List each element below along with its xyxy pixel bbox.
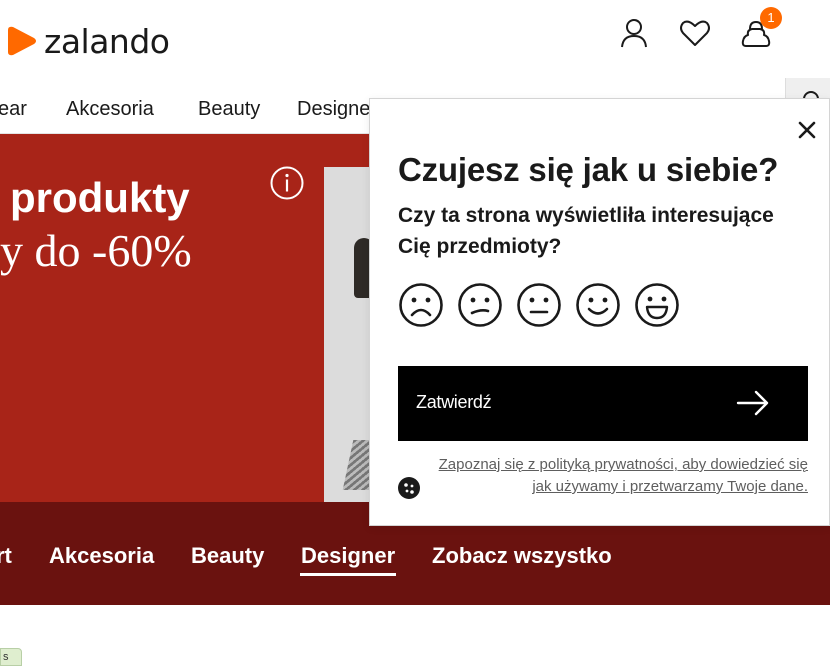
topnav-item-akcesoria[interactable]: Akcesoria — [66, 98, 154, 121]
heart-icon[interactable] — [678, 16, 712, 50]
sad-face-icon[interactable] — [457, 282, 503, 328]
privacy-line-2: jak używamy i przetwarzamy Twoje dane. — [532, 478, 808, 495]
arrow-right-icon — [736, 390, 769, 416]
category-akcesoria[interactable]: Akcesoria — [49, 543, 154, 569]
happy-face-icon[interactable] — [575, 282, 621, 328]
user-icon[interactable] — [617, 16, 651, 50]
privacy-policy-link[interactable]: Zapoznaj się z polityką prywatności, aby… — [398, 454, 808, 498]
submit-button-label: Zatwierdź — [416, 392, 492, 412]
cookie-settings-button[interactable] — [398, 477, 420, 499]
privacy-line-1: Zapoznaj się z polityką prywatności, aby… — [438, 456, 808, 473]
survey-question: Czy ta strona wyświetliła interesujące C… — [398, 204, 774, 258]
info-icon[interactable] — [270, 166, 304, 200]
category-beauty[interactable]: Beauty — [191, 543, 264, 569]
very-sad-face-icon[interactable] — [398, 282, 444, 328]
neutral-face-icon[interactable] — [516, 282, 562, 328]
zalando-logo[interactable]: zalando — [4, 20, 170, 62]
topnav-item-sport[interactable]: ear — [0, 98, 27, 121]
survey-title: Czujesz się jak u siebie? — [398, 151, 779, 188]
cart-count-badge: 1 — [760, 7, 782, 29]
survey-popup: Czujesz się jak u siebie? Czy ta strona … — [369, 98, 830, 526]
site-header: zalando 1 — [0, 0, 830, 80]
submit-button[interactable]: Zatwierdź — [398, 366, 808, 441]
corner-tab[interactable]: s — [0, 648, 22, 666]
very-happy-face-icon[interactable] — [634, 282, 680, 328]
zalando-wordmark: zalando — [44, 21, 170, 61]
active-category-underline — [300, 573, 396, 576]
close-icon[interactable] — [794, 117, 820, 143]
topnav-item-beauty[interactable]: Beauty — [198, 98, 260, 121]
zalando-logo-icon — [8, 26, 36, 56]
category-designer[interactable]: Designer — [301, 543, 395, 569]
hero-title: produkty — [10, 174, 190, 221]
topnav-item-designer[interactable]: Designe — [297, 98, 370, 121]
cookie-icon — [404, 483, 414, 494]
hero-subtitle: y do -60% — [0, 225, 192, 276]
category-sport[interactable]: rt — [0, 543, 12, 569]
category-zobacz-wszystko[interactable]: Zobacz wszystko — [432, 543, 612, 569]
